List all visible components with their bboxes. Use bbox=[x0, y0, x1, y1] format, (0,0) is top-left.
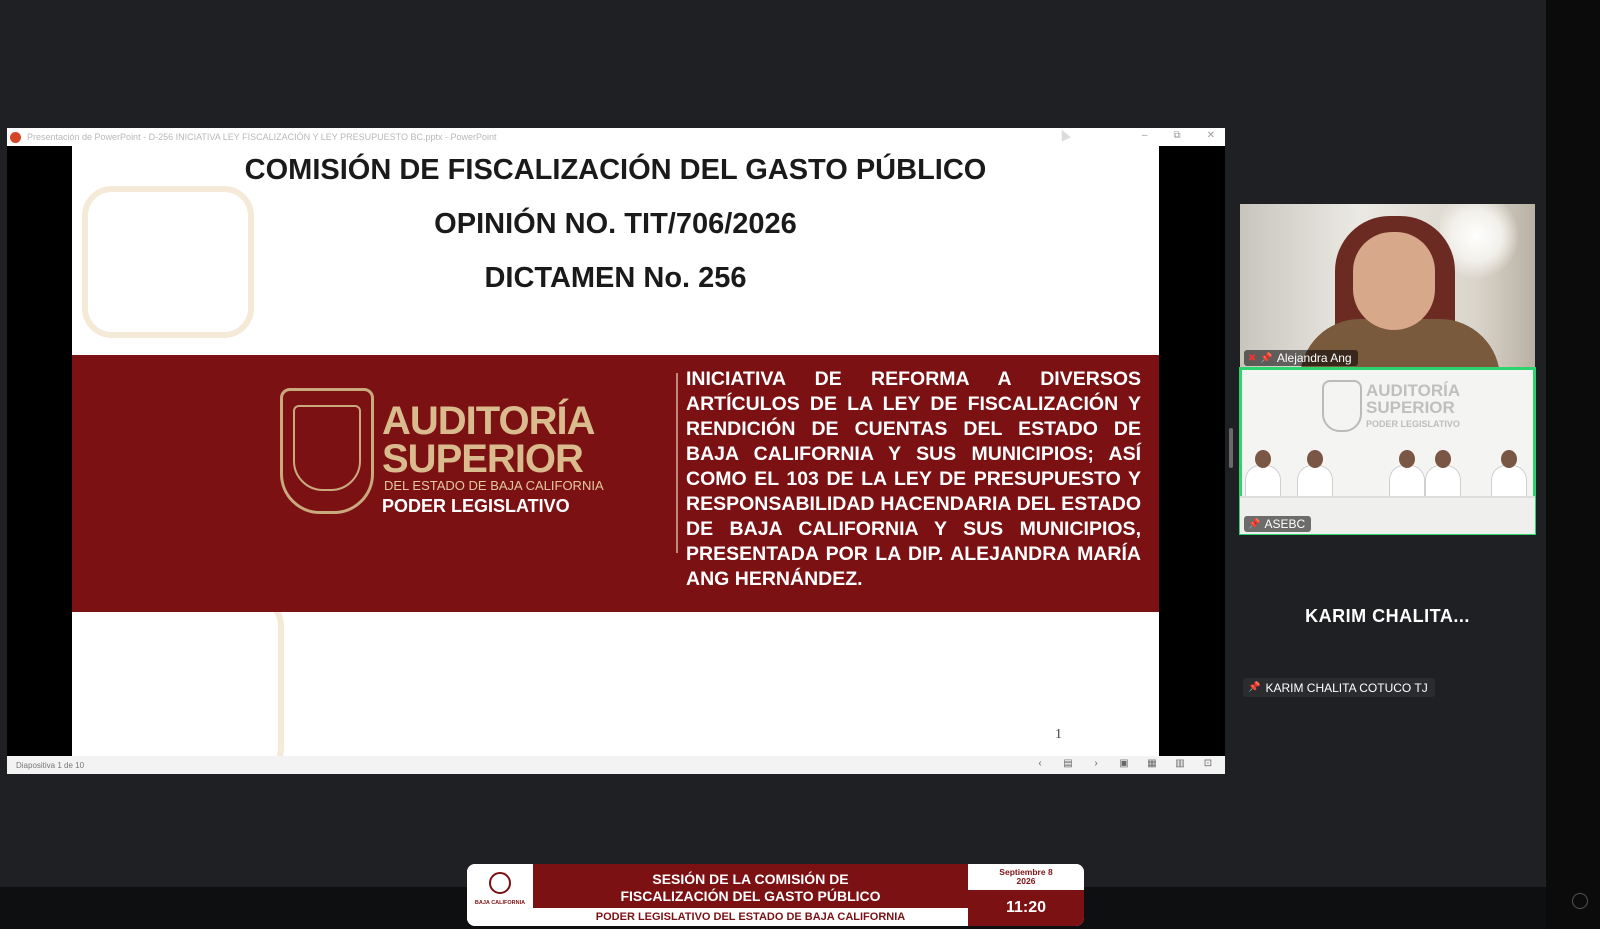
participant-tile-alejandra[interactable]: ✖ 📌 Alejandra Ang bbox=[1240, 204, 1535, 368]
close-icon[interactable]: ✕ bbox=[1207, 130, 1215, 141]
powerpoint-window: Presentación de PowerPoint - D-256 INICI… bbox=[7, 128, 1225, 774]
participant-nametag: 📌 ASEBC bbox=[1244, 516, 1312, 532]
next-slide-icon[interactable]: › bbox=[1089, 758, 1103, 769]
pin-icon: 📌 bbox=[1248, 682, 1261, 693]
auditoria-seal-icon bbox=[280, 388, 374, 514]
lower-third: BAJA CALIFORNIA SESIÓN DE LA COMISIÓN DE… bbox=[467, 864, 1084, 926]
banner-divider bbox=[676, 373, 678, 553]
slide-dictamen: DICTAMEN No. 256 bbox=[484, 262, 747, 294]
wall-seal-icon bbox=[1322, 380, 1362, 432]
participant-placeholder-name[interactable]: KARIM CHALITA... bbox=[1240, 606, 1535, 627]
settings-icon[interactable] bbox=[1572, 893, 1588, 909]
right-edge bbox=[1546, 0, 1600, 929]
panel-resize-handle[interactable] bbox=[1229, 428, 1233, 468]
ppt-window-title: Presentación de PowerPoint - D-256 INICI… bbox=[27, 132, 497, 142]
session-date: Septiembre 8 2026 bbox=[968, 864, 1084, 890]
wall-logo-text: AUDITORÍA SUPERIOR bbox=[1366, 381, 1461, 417]
participant-nametag: 📌 KARIM CHALITA COTUCO TJ bbox=[1243, 678, 1435, 697]
pin-icon: 📌 bbox=[1260, 352, 1273, 364]
participant-nametag: ✖ 📌 Alejandra Ang bbox=[1244, 350, 1358, 366]
congress-seal-icon bbox=[489, 872, 511, 894]
prev-slide-icon[interactable]: ‹ bbox=[1033, 758, 1047, 769]
session-subtitle: PODER LEGISLATIVO DEL ESTADO DE BAJA CAL… bbox=[533, 908, 968, 926]
reading-view-icon[interactable]: ▥ bbox=[1173, 758, 1187, 769]
normal-view-icon[interactable]: ▣ bbox=[1117, 758, 1131, 769]
slideshow-icon[interactable]: ⊡ bbox=[1201, 758, 1215, 769]
participant-name: KARIM CHALITA COTUCO TJ bbox=[1265, 680, 1428, 695]
restore-icon[interactable]: ⧉ bbox=[1173, 130, 1180, 141]
slide-opinion: OPINIÓN NO. TIT/706/2026 bbox=[434, 208, 797, 240]
slide-count: Diapositiva 1 de 10 bbox=[16, 760, 85, 770]
ppt-statusbar: Diapositiva 1 de 10 ‹ ▤ › ▣ ▦ ▥ ⊡ bbox=[7, 756, 1225, 774]
slide-sorter-icon[interactable]: ▦ bbox=[1145, 758, 1159, 769]
slide-title: COMISIÓN DE FISCALIZACIÓN DEL GASTO PÚBL… bbox=[244, 154, 987, 186]
ppt-titlebar: Presentación de PowerPoint - D-256 INICI… bbox=[7, 128, 1225, 146]
participant-name: Alejandra Ang bbox=[1276, 351, 1352, 365]
participant-tile-asebc[interactable]: AUDITORÍA SUPERIOR PODER LEGISLATIVO 📌 A… bbox=[1239, 367, 1536, 535]
participant-name: ASEBC bbox=[1264, 517, 1306, 531]
minimize-icon[interactable]: – bbox=[1142, 130, 1148, 141]
powerpoint-icon bbox=[10, 131, 21, 143]
watermark-bottom bbox=[72, 596, 284, 756]
slide: COMISIÓN DE FISCALIZACIÓN DEL GASTO PÚBL… bbox=[72, 146, 1159, 756]
session-title: SESIÓN DE LA COMISIÓN DE FISCALIZACIÓN D… bbox=[533, 864, 968, 908]
slide-menu-icon[interactable]: ▤ bbox=[1061, 758, 1075, 769]
logo-line3: DEL ESTADO DE BAJA CALIFORNIA bbox=[384, 478, 604, 493]
mic-off-icon: ✖ bbox=[1248, 352, 1257, 364]
slide-page-number: 1 bbox=[1055, 727, 1062, 742]
pin-icon: 📌 bbox=[1248, 518, 1261, 530]
logo-line2: SUPERIOR bbox=[382, 437, 584, 481]
session-time: 11:20 bbox=[968, 890, 1084, 926]
congress-logo: BAJA CALIFORNIA bbox=[467, 864, 533, 926]
wall-logo-sub: PODER LEGISLATIVO bbox=[1366, 419, 1460, 429]
slide-banner: AUDITORÍA SUPERIOR DEL ESTADO DE BAJA CA… bbox=[72, 355, 1159, 612]
logo-line4: PODER LEGISLATIVO bbox=[382, 496, 570, 516]
congress-logo-text: BAJA CALIFORNIA bbox=[474, 900, 526, 906]
slide-description: INICIATIVA DE REFORMA A DIVERSOS ARTÍCUL… bbox=[686, 368, 1141, 590]
